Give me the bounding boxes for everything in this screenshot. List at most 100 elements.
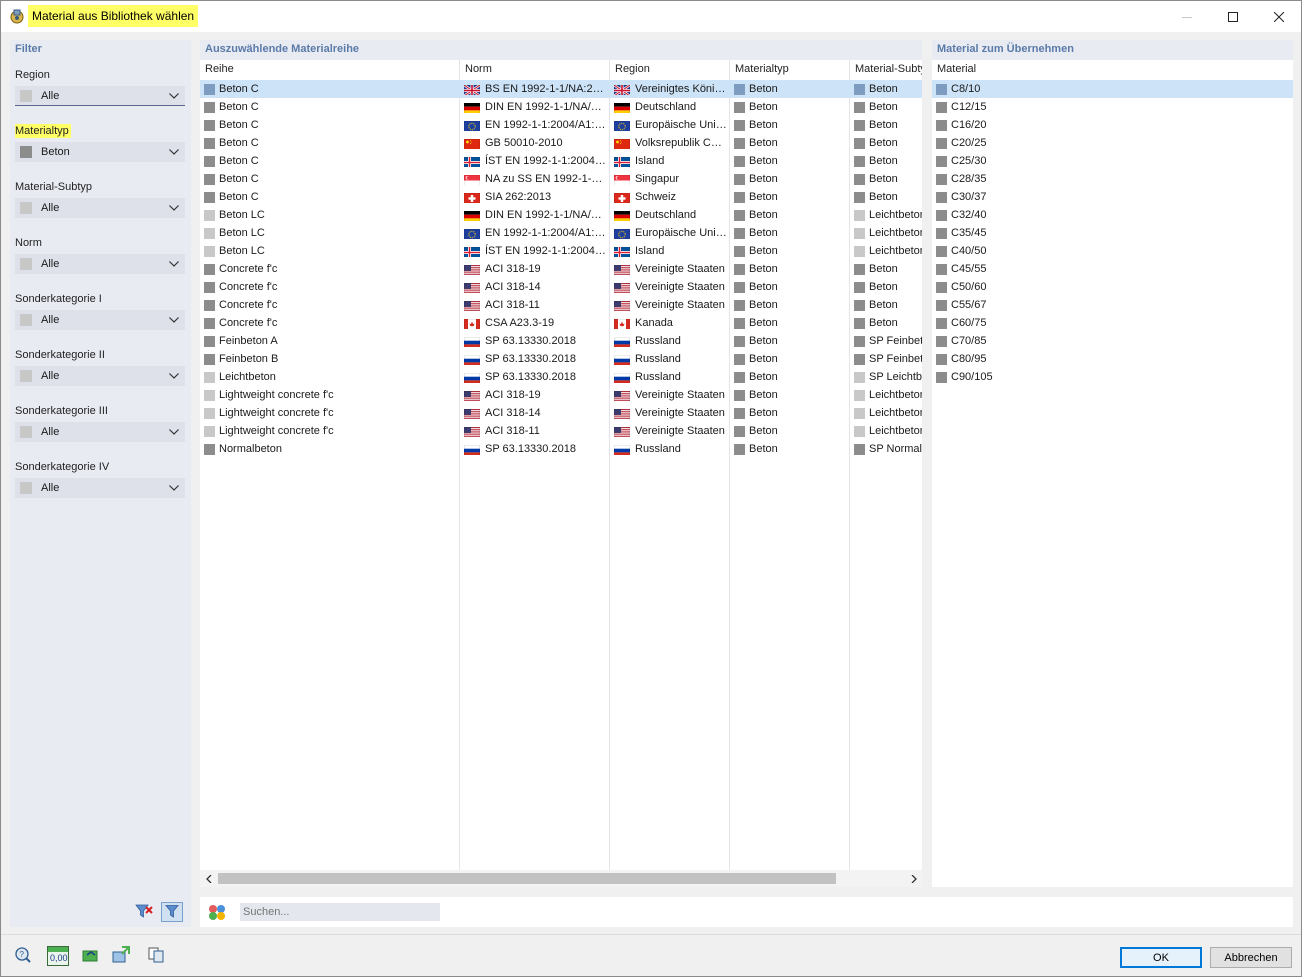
cell-materialtyp: Beton <box>734 152 847 170</box>
filter-combo[interactable]: Alle <box>15 422 185 442</box>
filter-label: Sonderkategorie IV <box>15 461 110 473</box>
us-flag-icon <box>464 390 480 401</box>
column-header-reihe[interactable]: Reihe <box>200 60 459 79</box>
cell-material: C40/50 <box>936 242 1286 260</box>
column-header-norm[interactable]: Norm <box>460 60 609 79</box>
cell-region: Vereinigte Staaten <box>614 296 727 314</box>
material-list-item[interactable]: C60/75 <box>932 314 1293 332</box>
cell-materialtyp: Beton <box>734 386 847 404</box>
table-row[interactable]: Beton LC ÍST EN 1992-1-1:2004/NA Island Bet… <box>200 242 922 260</box>
table-row[interactable]: Concrete f'c ACI 318-14 Vereinigte Staaten… <box>200 278 922 296</box>
norm-text: SP 63.13330.2018 <box>485 371 576 383</box>
filter-combo[interactable]: Alle <box>15 254 185 274</box>
color-swatch-icon <box>204 191 215 203</box>
cancel-button[interactable]: Abbrechen <box>1210 947 1292 968</box>
material-list-item[interactable]: C32/40 <box>932 206 1293 224</box>
clear-filter-button[interactable] <box>133 902 155 922</box>
cell-reihe: Beton LC <box>204 242 458 260</box>
color-swatch-icon <box>936 191 947 203</box>
filter-combo[interactable]: Alle <box>15 478 185 498</box>
filter-combo[interactable]: Alle <box>15 86 185 106</box>
column-header-material[interactable]: Material <box>932 60 1293 79</box>
color-legend-icon[interactable] <box>207 902 227 922</box>
table-row[interactable]: Beton C NA zu SS EN 1992-1-1:2008 Singapur… <box>200 170 922 188</box>
material-list-item[interactable]: C40/50 <box>932 242 1293 260</box>
color-swatch-icon <box>936 227 947 239</box>
table-row[interactable]: Lightweight concrete f'c ACI 318-19 Verein… <box>200 386 922 404</box>
cell-norm: CSA A23.3-19 <box>464 314 607 332</box>
material-list-item[interactable]: C90/105 <box>932 368 1293 386</box>
material-list-item[interactable]: C16/20 <box>932 116 1293 134</box>
table-row[interactable]: Lightweight concrete f'c ACI 318-14 Verein… <box>200 404 922 422</box>
table-row[interactable]: Concrete f'c ACI 318-19 Vereinigte Staaten… <box>200 260 922 278</box>
region-text: Vereinigte Staaten <box>635 263 725 275</box>
color-swatch-icon <box>734 407 745 419</box>
filter-combo[interactable]: Alle <box>15 198 185 218</box>
scroll-left-icon[interactable] <box>200 870 217 887</box>
import-button[interactable] <box>110 945 132 967</box>
material-list-item[interactable]: C45/55 <box>932 260 1293 278</box>
table-row[interactable]: Feinbeton A SP 63.13330.2018 Russland Beton… <box>200 332 922 350</box>
table-row[interactable]: Leichtbeton SP 63.13330.2018 Russland Beton… <box>200 368 922 386</box>
scrollbar-thumb[interactable] <box>218 873 836 884</box>
table-row[interactable]: Normalbeton SP 63.13330.2018 Russland Beton… <box>200 440 922 458</box>
material-list-item[interactable]: C30/37 <box>932 188 1293 206</box>
material-list-item[interactable]: C50/60 <box>932 278 1293 296</box>
library-button[interactable] <box>80 945 102 967</box>
material-list-item[interactable]: C28/35 <box>932 170 1293 188</box>
material-list-item[interactable]: C70/85 <box>932 332 1293 350</box>
copy-button[interactable] <box>145 945 167 967</box>
filter-combo[interactable]: Beton <box>15 142 185 162</box>
material-list-item[interactable]: C80/95 <box>932 350 1293 368</box>
cell-material: C25/30 <box>936 152 1286 170</box>
color-swatch-icon <box>734 245 745 257</box>
table-row[interactable]: Beton C BS EN 1992-1-1/NA:2005 Vereinigtes… <box>200 80 922 98</box>
table-row[interactable]: Lightweight concrete f'c ACI 318-11 Verein… <box>200 422 922 440</box>
material-list-item[interactable]: C35/45 <box>932 224 1293 242</box>
close-button[interactable] <box>1256 1 1302 32</box>
materialtyp-text: Beton <box>749 155 778 167</box>
chevron-down-icon <box>166 424 182 440</box>
color-swatch-icon <box>734 281 745 293</box>
color-swatch-icon <box>20 370 32 382</box>
cell-material-subtyp: Beton <box>854 260 922 278</box>
column-header-material-subtyp[interactable]: Material-Subtyp <box>850 60 922 79</box>
material-list-item[interactable]: C8/10 <box>932 80 1293 98</box>
table-row[interactable]: Beton C GB 50010-2010 Volksrepublik China B… <box>200 134 922 152</box>
is-flag-icon <box>464 246 480 257</box>
ru-flag-icon <box>614 372 630 383</box>
table-row[interactable]: Beton C ÍST EN 1992-1-1:2004/NA Island Beto… <box>200 152 922 170</box>
table-row[interactable]: Feinbeton B SP 63.13330.2018 Russland Beton… <box>200 350 922 368</box>
units-button[interactable]: 0,00 <box>46 945 70 967</box>
table-row[interactable]: Concrete f'c ACI 318-11 Vereinigte Staaten… <box>200 296 922 314</box>
maximize-button[interactable] <box>1210 1 1256 32</box>
search-input[interactable] <box>240 903 440 921</box>
filter-combo[interactable]: Alle <box>15 310 185 330</box>
region-text: Island <box>635 155 665 167</box>
material-list-item[interactable]: C55/67 <box>932 296 1293 314</box>
scroll-right-icon[interactable] <box>905 870 922 887</box>
ch-flag-icon <box>614 192 630 203</box>
column-header-region[interactable]: Region <box>610 60 729 79</box>
color-swatch-icon <box>20 89 32 102</box>
minimize-button[interactable] <box>1164 1 1210 32</box>
column-header-materialtyp[interactable]: Materialtyp <box>730 60 849 79</box>
table-row[interactable]: Beton C DIN EN 1992-1-1/NA/A1:2015 Deutsch… <box>200 98 922 116</box>
filter-button[interactable] <box>161 902 183 922</box>
table-row[interactable]: Beton LC EN 1992-1-1:2004/A1:2014 Europäis… <box>200 224 922 242</box>
help-button[interactable]: ? <box>12 945 34 967</box>
table-row[interactable]: Beton C SIA 262:2013 Schweiz Beton Beton <box>200 188 922 206</box>
material-list-item[interactable]: C12/15 <box>932 98 1293 116</box>
sg-flag-icon <box>464 174 480 185</box>
material-list-item[interactable]: C25/30 <box>932 152 1293 170</box>
filter-combo[interactable]: Alle <box>15 366 185 386</box>
material-list-item[interactable]: C20/25 <box>932 134 1293 152</box>
table-row[interactable]: Beton C EN 1992-1-1:2004/A1:2014 Europäisc… <box>200 116 922 134</box>
cell-material: C80/95 <box>936 350 1286 368</box>
table-row[interactable]: Beton LC DIN EN 1992-1-1/NA/A1:2015 Deutsc… <box>200 206 922 224</box>
ok-button[interactable]: OK <box>1120 947 1202 968</box>
materialtyp-text: Beton <box>749 209 778 221</box>
table-row[interactable]: Concrete f'c CSA A23.3-19 Kanada Beton Beton <box>200 314 922 332</box>
cell-norm: SP 63.13330.2018 <box>464 332 607 350</box>
horizontal-scrollbar[interactable] <box>200 870 922 887</box>
